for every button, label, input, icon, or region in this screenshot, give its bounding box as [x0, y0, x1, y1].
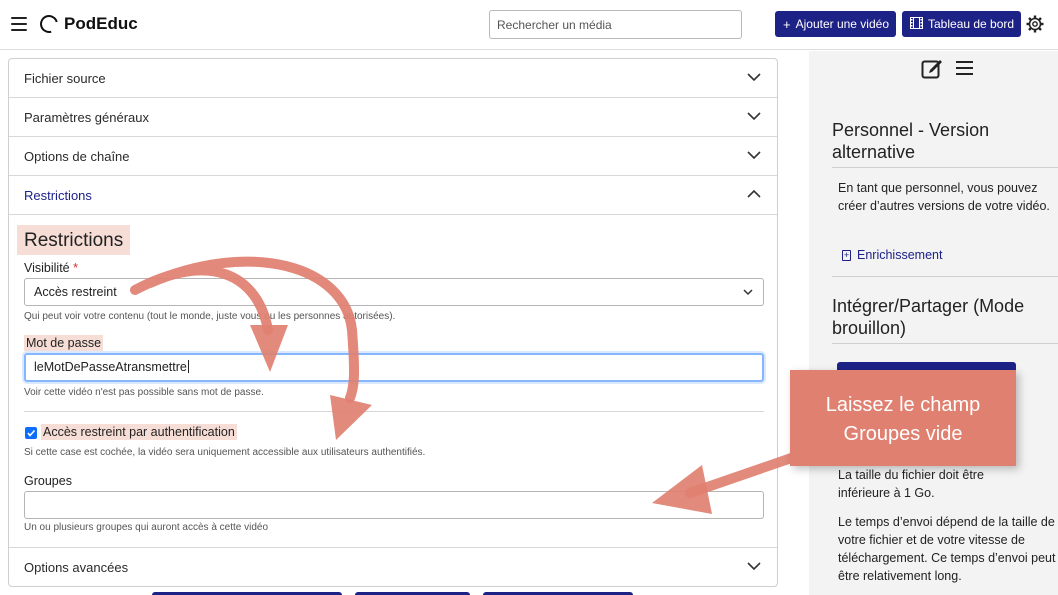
dashboard-label: Tableau de bord [928, 17, 1015, 31]
callout-text: Laissez le champ Groupes vide [825, 394, 981, 445]
required-marker: * [73, 261, 78, 275]
section-label: Fichier source [24, 70, 106, 86]
filesize-text: La taille du fichier doit être inférieur… [838, 468, 984, 500]
auth-checkbox-label[interactable]: Accès restreint par authentification [41, 424, 237, 440]
groups-label: Groupes [24, 474, 72, 488]
visibility-label-text: Visibilité [24, 261, 70, 275]
personal-version-title: Personnel - Version alternative [832, 120, 990, 162]
section-general-settings[interactable]: Paramètres généraux [9, 98, 777, 137]
groups-help: Un ou plusieurs groupes qui auront accès… [24, 522, 269, 533]
instruction-callout: Laissez le champ Groupes vide [790, 370, 1016, 466]
section-source-file[interactable]: Fichier source [9, 59, 777, 98]
right-sidebar: Personnel - Version alternative En tant … [809, 51, 1058, 595]
text-caret [187, 360, 189, 373]
password-label: Mot de passe [24, 335, 104, 351]
chevron-down-icon [747, 73, 761, 82]
auth-restricted-checkbox[interactable] [25, 427, 37, 439]
section-restrictions[interactable]: Restrictions [9, 176, 777, 215]
password-input[interactable]: leMotDePasseAtransmettre [24, 353, 764, 382]
check-icon [27, 429, 36, 437]
section-label: Restrictions [24, 187, 92, 203]
chevron-down-icon [747, 562, 761, 571]
visibility-help: Qui peut voir votre contenu (tout le mon… [24, 311, 396, 322]
video-form-accordion: Fichier source Paramètres généraux Optio… [8, 58, 778, 587]
section-channel-options[interactable]: Options de chaîne [9, 137, 777, 176]
add-video-button[interactable]: + Ajouter une vidéo [775, 11, 896, 37]
section-label: Paramètres généraux [24, 109, 150, 125]
app-name[interactable]: PodEduc [64, 14, 138, 34]
list-icon[interactable] [956, 60, 974, 76]
section-label: Options de chaîne [24, 148, 130, 164]
menu-icon[interactable] [11, 17, 27, 31]
enrichment-link[interactable]: + Enrichissement [842, 248, 942, 262]
add-video-label: Ajouter une vidéo [795, 17, 889, 31]
auth-checkbox-label-text: Accès restreint par authentification [41, 424, 237, 440]
password-value: leMotDePasseAtransmettre [34, 360, 187, 374]
divider [24, 411, 764, 412]
plus-icon: + [783, 16, 791, 32]
upload-time-text: Le temps d’envoi dépend de la taille de … [838, 515, 1056, 583]
chevron-up-icon [747, 189, 761, 198]
divider [832, 343, 1058, 344]
restrictions-body: Restrictions Visibilité * Accès restrein… [9, 215, 777, 548]
restrictions-title: Restrictions [17, 225, 131, 255]
chevron-down-icon [743, 289, 753, 296]
chevron-down-icon [747, 151, 761, 160]
enrichment-link-label: Enrichissement [857, 248, 943, 262]
enrichment-icon: + [842, 249, 851, 261]
groups-input[interactable] [24, 491, 764, 519]
divider [832, 167, 1058, 168]
auth-help: Si cette case est cochée, la vidéo sera … [24, 447, 426, 458]
visibility-label: Visibilité * [24, 261, 78, 275]
section-advanced-options[interactable]: Options avancées [9, 548, 777, 586]
chevron-down-icon [747, 112, 761, 121]
embed-share-title: Intégrer/Partager (Mode brouillon) [832, 296, 1025, 338]
dashboard-button[interactable]: Tableau de bord [902, 11, 1021, 37]
section-label: Options avancées [24, 560, 129, 575]
edit-icon[interactable] [921, 57, 943, 79]
password-label-text: Mot de passe [24, 335, 104, 351]
top-navbar: PodEduc + Ajouter une vidéo Tableau de b… [0, 0, 1058, 50]
search-input[interactable] [489, 10, 742, 39]
visibility-value: Accès restreint [34, 285, 117, 299]
gear-icon[interactable] [1026, 15, 1044, 33]
divider [832, 276, 1058, 277]
logo-icon[interactable] [36, 11, 62, 37]
personal-version-text: En tant que personnel, vous pouvez créer… [838, 181, 1050, 213]
film-icon [910, 16, 923, 32]
password-help: Voir cette vidéo n'est pas possible sans… [24, 387, 264, 398]
visibility-select[interactable]: Accès restreint [24, 278, 764, 306]
